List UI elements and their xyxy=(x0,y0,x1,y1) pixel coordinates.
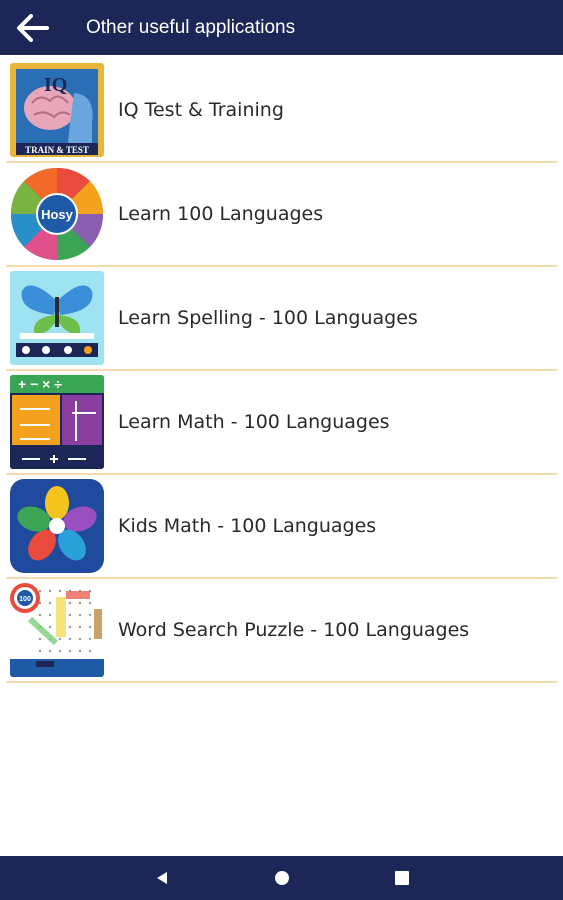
page-title: Other useful applications xyxy=(86,16,296,38)
list-item-math[interactable]: + − × ÷ Learn Math - 100 Languages xyxy=(6,371,557,475)
language-wheel-icon: Hosy xyxy=(10,167,104,261)
app-list: IQ TRAIN & TEST IQ Test & Training Hosy … xyxy=(0,59,563,683)
nav-back-icon xyxy=(156,872,167,884)
iq-brain-icon: IQ TRAIN & TEST xyxy=(10,63,104,157)
list-item-spelling[interactable]: Learn Spelling - 100 Languages xyxy=(6,267,557,371)
system-nav-bar xyxy=(0,856,563,900)
item-label: Learn Math - 100 Languages xyxy=(118,411,390,433)
arrow-back-icon xyxy=(17,13,49,42)
nav-home-icon xyxy=(274,871,289,885)
list-item-kids-math[interactable]: Kids Math - 100 Languages xyxy=(6,475,557,579)
nav-recents-button[interactable] xyxy=(342,856,462,900)
back-button[interactable] xyxy=(0,0,64,55)
svg-text:Hosy: Hosy xyxy=(41,207,74,222)
list-item-languages[interactable]: Hosy Learn 100 Languages xyxy=(6,163,557,267)
item-label: Kids Math - 100 Languages xyxy=(118,515,377,537)
item-label: IQ Test & Training xyxy=(118,99,284,121)
butterfly-spelling-icon xyxy=(10,271,104,365)
app-bar: Other useful applications xyxy=(0,0,563,55)
word-search-grid-icon: 100 xyxy=(10,583,104,677)
svg-text:TRAIN & TEST: TRAIN & TEST xyxy=(25,145,89,155)
nav-home-button[interactable] xyxy=(222,856,342,900)
nav-recents-icon xyxy=(394,871,409,885)
item-label: Learn 100 Languages xyxy=(118,203,324,225)
nav-back-button[interactable] xyxy=(102,856,222,900)
item-label: Word Search Puzzle - 100 Languages xyxy=(118,619,470,641)
svg-text:+ − × ÷: + − × ÷ xyxy=(18,376,62,392)
item-label: Learn Spelling - 100 Languages xyxy=(118,307,418,329)
kids-math-flower-icon xyxy=(10,479,104,573)
svg-text:100: 100 xyxy=(19,596,31,603)
math-operations-icon: + − × ÷ xyxy=(10,375,104,469)
svg-text:IQ: IQ xyxy=(44,74,67,96)
list-item-word-search[interactable]: 100 Word Search Puzzle - 100 Languages xyxy=(6,579,557,683)
list-item-iq-test[interactable]: IQ TRAIN & TEST IQ Test & Training xyxy=(6,59,557,163)
